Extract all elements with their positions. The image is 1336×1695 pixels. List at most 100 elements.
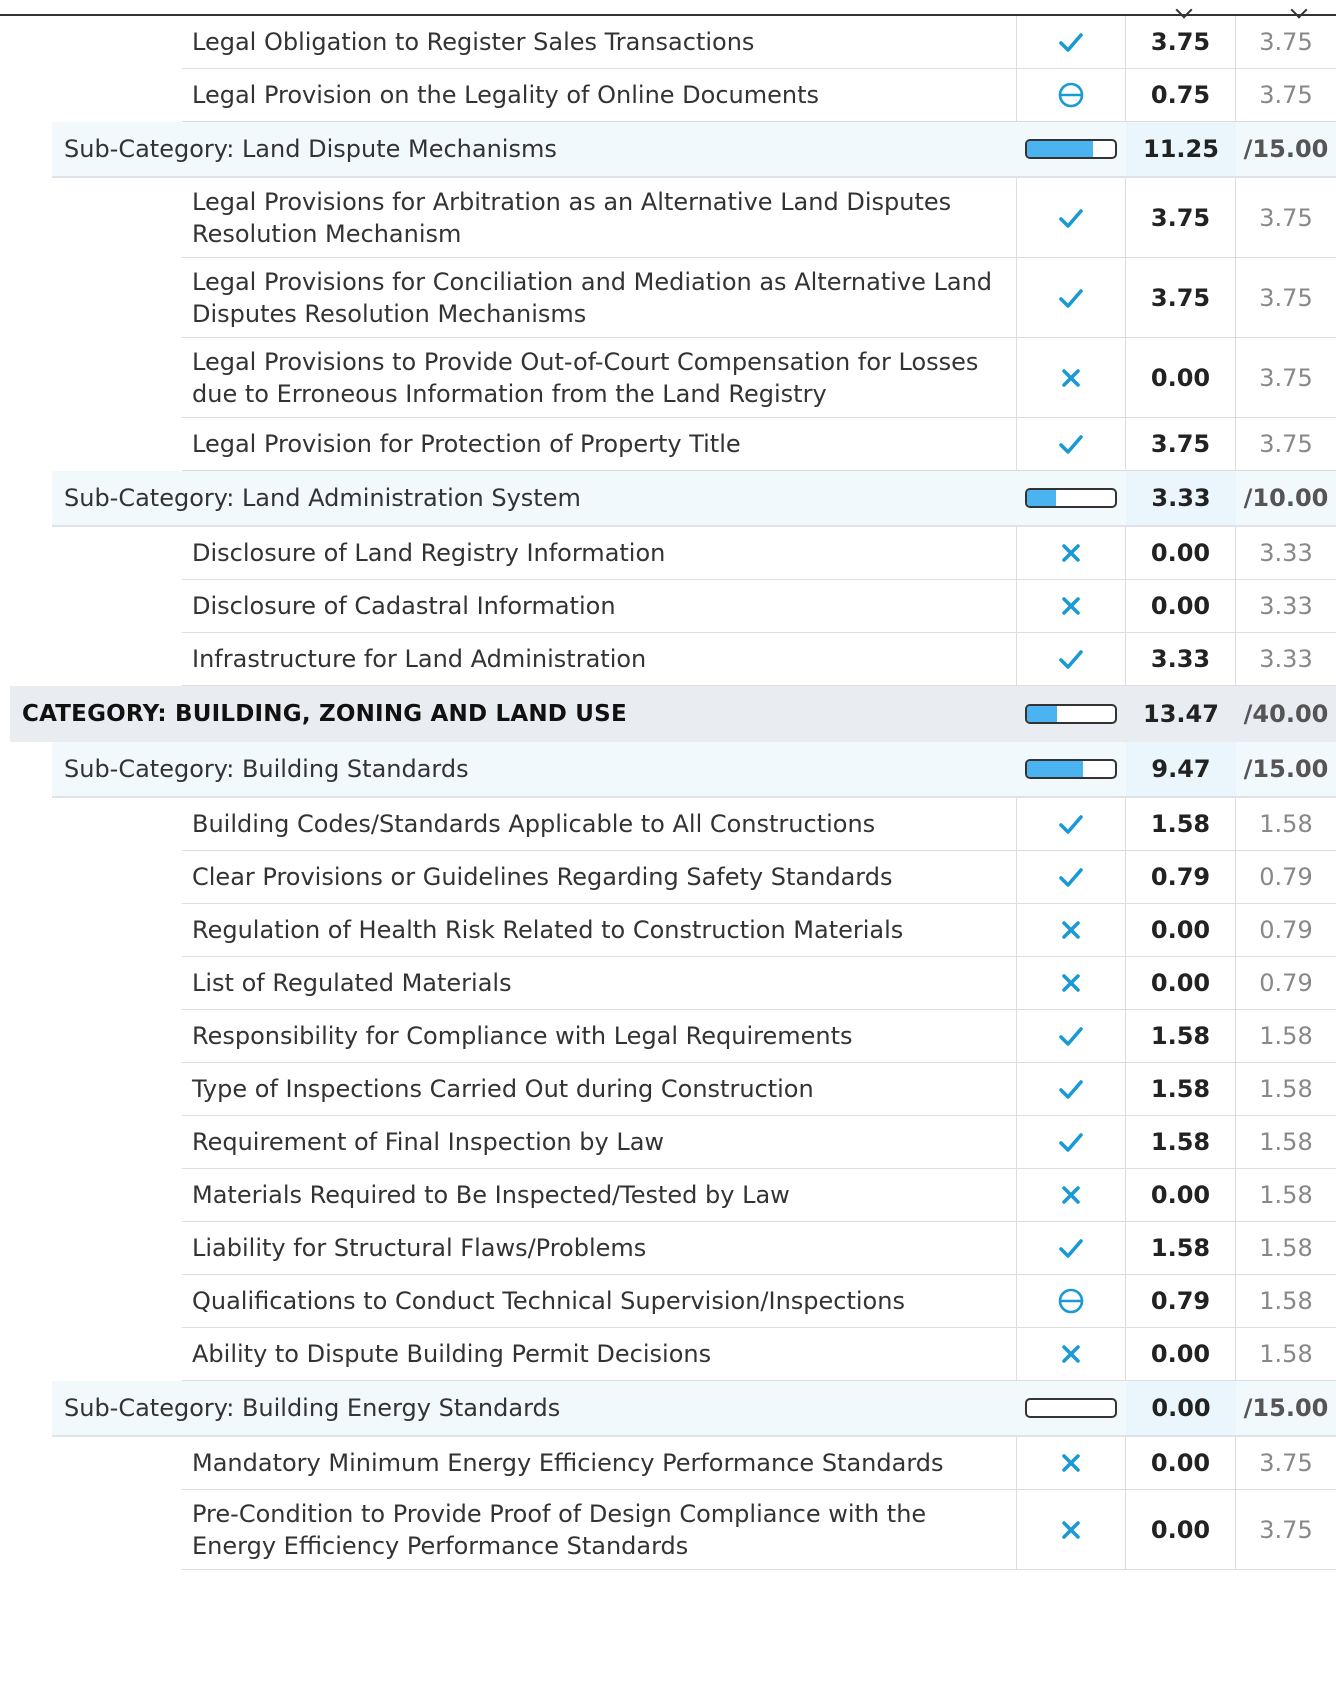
indicator-row[interactable]: Type of Inspections Carried Out during C… xyxy=(182,1063,1336,1116)
indicator-row[interactable]: Responsibility for Compliance with Legal… xyxy=(182,1010,1336,1063)
subcategory-row[interactable]: Sub-Category: Building Energy Standards 0… xyxy=(52,1381,1336,1437)
status-cell xyxy=(1016,904,1126,956)
max-value: 3.33 xyxy=(1259,539,1313,567)
indicator-row[interactable]: Liability for Structural Flaws/Problems 1… xyxy=(182,1222,1336,1275)
subcategory-row[interactable]: Sub-Category: Building Standards 9.47/15.… xyxy=(52,742,1336,798)
indicator-row[interactable]: Ability to Dispute Building Permit Decis… xyxy=(182,1328,1336,1381)
indicator-label: Disclosure of Cadastral Information xyxy=(192,592,616,620)
score-value: 0.79 xyxy=(1126,1275,1236,1327)
category-label: CATEGORY: BUILDING, ZONING AND LAND USE xyxy=(22,701,627,727)
status-cell xyxy=(1016,1328,1126,1380)
checkmark-icon xyxy=(1055,428,1087,460)
indicator-row[interactable]: Legal Provisions for Arbitration as an A… xyxy=(182,178,1336,258)
indicator-row[interactable]: Materials Required to Be Inspected/Teste… xyxy=(182,1169,1336,1222)
indicator-label: Legal Provision for Protection of Proper… xyxy=(192,430,741,458)
indicator-label: Legal Provisions for Conciliation and Me… xyxy=(192,267,993,328)
max-value: 1.58 xyxy=(1259,1075,1313,1103)
indicator-row[interactable]: Legal Provision on the Legality of Onlin… xyxy=(182,69,1336,122)
status-cell xyxy=(1016,16,1126,68)
status-cell xyxy=(1016,1063,1126,1115)
score-value: 0.00 xyxy=(1126,957,1236,1009)
score-value: 0.00 xyxy=(1126,1381,1236,1435)
max-value: 3.75 xyxy=(1259,430,1313,458)
indicator-label: Legal Provisions to Provide Out-of-Court… xyxy=(192,347,979,408)
indicator-row[interactable]: Disclosure of Land Registry Information 0… xyxy=(182,527,1336,580)
indicator-row[interactable]: Pre-Condition to Provide Proof of Design… xyxy=(182,1490,1336,1570)
score-value: 0.00 xyxy=(1126,904,1236,956)
score-value: 0.75 xyxy=(1126,69,1236,121)
score-table: Legal Obligation to Register Sales Trans… xyxy=(0,16,1336,1570)
subcategory-label: Sub-Category: Building Standards xyxy=(64,755,469,783)
indicator-row[interactable]: Qualifications to Conduct Technical Supe… xyxy=(182,1275,1336,1328)
indicator-row[interactable]: Legal Provisions to Provide Out-of-Court… xyxy=(182,338,1336,418)
max-value: 1.58 xyxy=(1259,1340,1313,1368)
progress-bar xyxy=(1025,139,1117,159)
indicator-row[interactable]: Requirement of Final Inspection by Law 1.… xyxy=(182,1116,1336,1169)
indicator-label: Legal Obligation to Register Sales Trans… xyxy=(192,28,755,56)
score-value: 1.58 xyxy=(1126,798,1236,850)
checkmark-icon xyxy=(1055,282,1087,314)
max-value: 3.33 xyxy=(1259,592,1313,620)
max-value: 1.58 xyxy=(1259,1181,1313,1209)
status-cell xyxy=(1016,1116,1126,1168)
progress-bar xyxy=(1025,1398,1117,1418)
indicator-row[interactable]: Legal Obligation to Register Sales Trans… xyxy=(182,16,1336,69)
cross-icon xyxy=(1055,362,1087,394)
progress-bar-fill xyxy=(1027,761,1083,777)
max-value: 3.75 xyxy=(1259,283,1313,312)
checkmark-icon xyxy=(1055,808,1087,840)
max-value: /40.00 xyxy=(1243,700,1329,728)
indicator-row[interactable]: Infrastructure for Land Administration 3.… xyxy=(182,633,1336,686)
max-value: /15.00 xyxy=(1243,1394,1329,1422)
score-value: 9.47 xyxy=(1126,742,1236,796)
checkmark-icon xyxy=(1055,1126,1087,1158)
score-value: 0.00 xyxy=(1126,527,1236,579)
score-value: 0.00 xyxy=(1126,580,1236,632)
cross-icon xyxy=(1055,537,1087,569)
indicator-row[interactable]: Building Codes/Standards Applicable to A… xyxy=(182,798,1336,851)
indicator-row[interactable]: Legal Provisions for Conciliation and Me… xyxy=(182,258,1336,338)
checkmark-icon xyxy=(1055,26,1087,58)
indicator-row[interactable]: Regulation of Health Risk Related to Con… xyxy=(182,904,1336,957)
indicator-label: Pre-Condition to Provide Proof of Design… xyxy=(192,1499,927,1560)
progress-bar-fill xyxy=(1027,490,1057,506)
cross-icon xyxy=(1055,914,1087,946)
cross-icon xyxy=(1055,1514,1087,1546)
indicator-row[interactable]: Mandatory Minimum Energy Efficiency Perf… xyxy=(182,1437,1336,1490)
score-value: 0.00 xyxy=(1126,338,1236,417)
subcategory-row[interactable]: Sub-Category: Land Dispute Mechanisms 11.… xyxy=(52,122,1336,178)
progress-bar-fill xyxy=(1027,706,1057,722)
indicator-row[interactable]: Legal Provision for Protection of Proper… xyxy=(182,418,1336,471)
progress-bar xyxy=(1025,488,1117,508)
status-cell xyxy=(1016,69,1126,121)
indicator-label: Building Codes/Standards Applicable to A… xyxy=(192,810,876,838)
indicator-label: Mandatory Minimum Energy Efficiency Perf… xyxy=(192,1449,944,1477)
indicator-label: Materials Required to Be Inspected/Teste… xyxy=(192,1181,790,1209)
indicator-row[interactable]: List of Regulated Materials 0.00 0.79 xyxy=(182,957,1336,1010)
subcategory-label: Sub-Category: Building Energy Standards xyxy=(64,1394,561,1422)
status-cell xyxy=(1016,418,1126,470)
checkmark-icon xyxy=(1055,1232,1087,1264)
checkmark-icon xyxy=(1055,202,1087,234)
category-row[interactable]: CATEGORY: BUILDING, ZONING AND LAND USE 1… xyxy=(10,686,1336,742)
max-value: 3.75 xyxy=(1259,28,1313,56)
indicator-row[interactable]: Disclosure of Cadastral Information 0.00 3… xyxy=(182,580,1336,633)
status-cell xyxy=(1016,1275,1126,1327)
cross-icon xyxy=(1055,590,1087,622)
score-value: 3.75 xyxy=(1126,178,1236,257)
progress-cell xyxy=(1016,686,1126,742)
subcategory-row[interactable]: Sub-Category: Land Administration System… xyxy=(52,471,1336,527)
max-value: 1.58 xyxy=(1259,1022,1313,1050)
indicator-label: Disclosure of Land Registry Information xyxy=(192,539,666,567)
max-value: 3.75 xyxy=(1259,81,1313,109)
max-value: /15.00 xyxy=(1243,755,1329,783)
max-value: 0.79 xyxy=(1259,863,1313,891)
status-cell xyxy=(1016,1437,1126,1489)
score-value: 0.00 xyxy=(1126,1169,1236,1221)
indicator-label: Legal Provisions for Arbitration as an A… xyxy=(192,187,952,248)
checkmark-icon xyxy=(1055,643,1087,675)
score-value: 0.79 xyxy=(1126,851,1236,903)
indicator-label: Infrastructure for Land Administration xyxy=(192,645,647,673)
score-value: 3.33 xyxy=(1126,471,1236,525)
indicator-row[interactable]: Clear Provisions or Guidelines Regarding… xyxy=(182,851,1336,904)
